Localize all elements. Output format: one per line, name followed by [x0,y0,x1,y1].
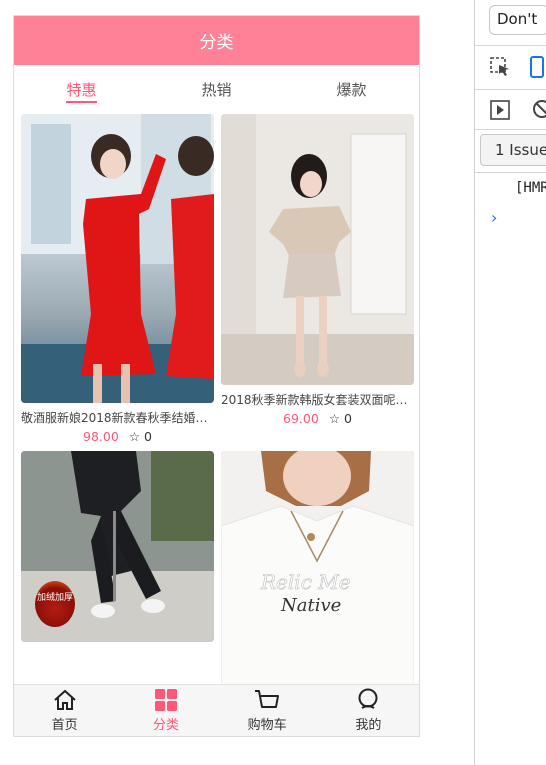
tab-hot[interactable]: 热销 [149,79,284,100]
promo-badge-text: 加绒加厚 [36,593,73,603]
home-icon [52,688,78,712]
tab-label: 爆款 [336,80,367,99]
product-image[interactable] [21,114,214,403]
devtools-toolbar [475,46,546,90]
tabbar-label: 分类 [152,718,179,733]
product-grid: 敬酒服新娘2018新款春秋季结婚红色晚礼服 98.00 ☆ 0 [14,114,419,684]
product-price: 69.00 [283,411,319,426]
devtools-panel: Don't 1 Issue [HMR › [474,0,546,765]
tabbar-item-home[interactable]: 首页 [14,685,115,736]
tab-label: 特惠 [66,80,97,103]
page-title: 分类 [199,33,234,53]
product-image[interactable]: 加绒加厚 [21,451,214,642]
profile-icon [355,688,381,712]
product-image[interactable]: Relic Me Native [221,451,414,684]
tabbar-item-cart[interactable]: 购物车 [217,685,318,736]
clear-console-icon[interactable] [531,98,546,120]
sidebar-toggle-icon[interactable] [489,99,511,121]
devtools-filter-row: Don't [475,0,546,46]
product-card[interactable]: 敬酒服新娘2018新款春秋季结婚红色晚礼服 98.00 ☆ 0 [21,114,214,444]
category-icon [153,688,179,712]
product-meta: 69.00 ☆ 0 [221,411,414,426]
star-icon: ☆ [328,411,341,426]
devtools-divider [475,172,546,173]
product-card[interactable]: Relic Me Native [221,451,414,684]
tab-popular[interactable]: 爆款 [284,79,419,100]
expand-caret-icon[interactable]: › [491,208,497,227]
issues-button[interactable]: 1 Issue [480,134,546,166]
tabbar-label: 我的 [355,718,382,733]
product-image[interactable] [221,114,414,385]
product-price: 98.00 [83,429,119,444]
product-card[interactable]: 2018秋季新款韩版女套装双面呢外套+短裙 69.00 ☆ 0 [221,114,414,426]
nav-bar: 分类 [14,16,419,65]
tabbar-label: 购物车 [247,718,287,733]
svg-text:Native: Native [280,595,341,616]
tabbar-item-category[interactable]: 分类 [115,685,216,736]
inspect-element-icon[interactable] [489,56,511,78]
fav-count: 0 [144,429,152,444]
devtools-console-toolbar [475,90,546,130]
product-card[interactable]: 加绒加厚 [21,451,214,642]
tabbar-item-profile[interactable]: 我的 [318,685,419,736]
svg-text:Relic Me: Relic Me [260,570,351,594]
cart-icon [254,688,280,712]
tab-label: 热销 [201,80,232,99]
product-meta: 98.00 ☆ 0 [21,429,214,444]
console-log-line: [HMR [515,180,546,196]
phone-frame: 分类 特惠 热销 爆款 敬酒服新娘2018新款春秋季结婚红 98.00 ☆ 0 … [13,15,420,737]
promo-badge: 加绒加厚 [35,581,75,627]
tab-special[interactable]: 特惠 [14,79,149,103]
product-title: 敬酒服新娘2018新款春秋季结婚红色晚礼服 [21,411,214,425]
tab-control: 特惠 热销 爆款 [14,65,419,113]
star-icon: ☆ [128,429,141,444]
product-title: 2018秋季新款韩版女套装双面呢外套+短裙 [221,393,414,407]
device-toolbar-icon[interactable] [529,55,546,79]
devtools-filter-input[interactable]: Don't [489,5,546,35]
fav-count: 0 [344,411,352,426]
tab-bar: 首页 分类 购物车 我的 [14,684,419,736]
tabbar-label: 首页 [51,718,78,733]
